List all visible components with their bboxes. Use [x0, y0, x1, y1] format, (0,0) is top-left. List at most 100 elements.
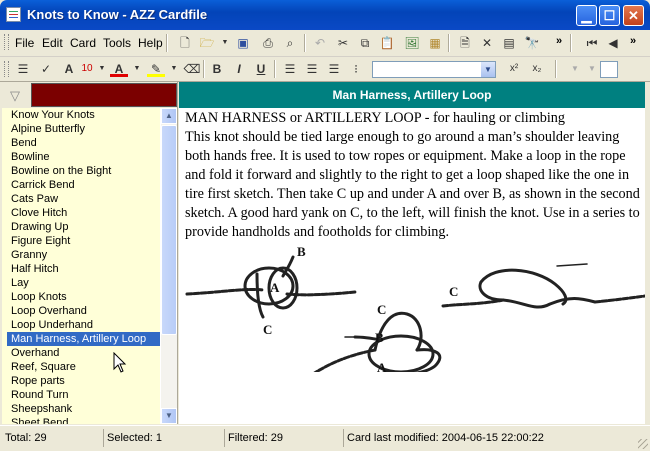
copy-icon[interactable]: ⧉	[356, 34, 374, 52]
card-list-item-selected[interactable]: Man Harness, Artillery Loop	[7, 332, 160, 346]
underline-button[interactable]: U	[252, 60, 270, 78]
delete-card-icon[interactable]: ✕	[478, 34, 496, 52]
card-list-item[interactable]: Alpine Butterfly	[2, 122, 160, 136]
resize-grip[interactable]	[638, 439, 648, 449]
card-list-item[interactable]: Loop Overhand	[2, 304, 160, 318]
status-bar: Total: 29 Selected: 1 Filtered: 29 Card …	[0, 425, 650, 451]
first-card-icon[interactable]: ⏮	[583, 34, 601, 52]
print-icon[interactable]: ⎙	[259, 34, 277, 52]
italic-button[interactable]: I	[230, 60, 248, 78]
menu-help[interactable]: Help	[138, 36, 163, 50]
card-list-item[interactable]: Sheepshank	[2, 402, 160, 416]
superscript-button[interactable]: x²	[505, 60, 523, 78]
toolbar-separator	[274, 60, 276, 78]
style-combo[interactable]	[600, 61, 618, 78]
card-list-item[interactable]: Granny	[2, 248, 160, 262]
scroll-thumb[interactable]	[161, 125, 177, 335]
highlight-icon[interactable]: ✎	[147, 60, 165, 77]
card-view[interactable]: Man Harness, Artillery Loop MAN HARNESS …	[179, 82, 645, 424]
card-list-item[interactable]: Loop Underhand	[2, 318, 160, 332]
font-color-icon[interactable]: A	[110, 60, 128, 77]
menu-file[interactable]: File	[15, 36, 34, 50]
card-text: This knot should be tied large enough to…	[185, 129, 640, 240]
card-list-item[interactable]: Cats Paw	[2, 192, 160, 206]
toolbar-separator	[570, 34, 572, 52]
save-icon[interactable]: ▣	[234, 34, 252, 52]
menu-toolbar: File Edit Card Tools Help 🗋 🗁 ▼ ▣ ⎙ ⌕ ↶ …	[0, 30, 650, 57]
align-center-icon[interactable]: ☰	[303, 60, 321, 78]
filter-icon[interactable]: ▽	[10, 88, 20, 104]
card-list-item[interactable]: Clove Hitch	[2, 206, 160, 220]
menu-card[interactable]: Card	[70, 36, 96, 50]
new-card-icon[interactable]: 🗎	[456, 34, 474, 52]
card-list-item[interactable]: Figure Eight	[2, 234, 160, 248]
insert-date-icon[interactable]: ▦	[426, 34, 444, 52]
card-list-item[interactable]: Rope parts	[2, 374, 160, 388]
maximize-button[interactable]: ☐	[599, 5, 620, 26]
subscript-button[interactable]: x₂	[528, 60, 546, 78]
nav-overflow-icon[interactable]: »	[630, 35, 636, 47]
scroll-down-icon[interactable]: ▼	[161, 408, 177, 424]
undo-icon[interactable]: ↶	[311, 34, 329, 52]
card-list-item[interactable]: Know Your Knots	[2, 108, 160, 122]
card-list-item[interactable]: Loop Knots	[2, 290, 160, 304]
style-arrow-icon[interactable]: ▼	[583, 60, 601, 78]
font-name-combo[interactable]: ▼	[372, 61, 496, 78]
align-left-icon[interactable]: ☰	[281, 60, 299, 78]
open-folder-icon[interactable]: 🗁	[198, 34, 216, 52]
bullet-list-icon[interactable]: ⁝	[347, 60, 365, 78]
sketch2-label-c: C	[377, 302, 386, 317]
card-list-item[interactable]: Drawing Up	[2, 220, 160, 234]
toolbar-grip[interactable]	[4, 34, 9, 50]
font-color-dropdown-icon[interactable]: ▼	[128, 60, 146, 78]
card-list-item[interactable]: Bend	[2, 136, 160, 150]
sketch1-label-a: A	[270, 280, 280, 295]
bold-button[interactable]: B	[208, 60, 226, 78]
cut-icon[interactable]: ✂	[334, 34, 352, 52]
open-dropdown-icon[interactable]: ▼	[216, 34, 234, 52]
card-properties-icon[interactable]: ▤	[500, 34, 518, 52]
paragraph-icon[interactable]: ☰	[14, 60, 32, 78]
insert-picture-icon[interactable]: 🖼	[403, 34, 421, 52]
font-name-dropdown-icon[interactable]: ▼	[481, 62, 495, 77]
highlight-dropdown-icon[interactable]: ▼	[165, 60, 183, 78]
card-list-item[interactable]: Lay	[2, 276, 160, 290]
find-icon[interactable]: 🔭	[523, 34, 541, 52]
minimize-button[interactable]: ▁	[576, 5, 597, 26]
font-size-dropdown-icon[interactable]: ▼	[93, 60, 111, 78]
sketch2-label-a: A	[377, 360, 387, 372]
close-button[interactable]: ✕	[623, 5, 644, 26]
card-list-item[interactable]: Reef, Square	[2, 360, 160, 374]
style-dropdown-icon[interactable]: ▼	[566, 60, 584, 78]
card-list-item[interactable]: Sheet Bend	[2, 416, 160, 424]
sketch1-label-c: C	[263, 322, 272, 337]
card-list-item[interactable]: Carrick Bend	[2, 178, 160, 192]
paste-icon[interactable]: 📋	[378, 34, 396, 52]
align-right-icon[interactable]: ☰	[325, 60, 343, 78]
window-title: Knots to Know - AZZ Cardfile	[27, 7, 208, 22]
cardfile-app-icon[interactable]	[6, 7, 21, 22]
filter-input[interactable]	[31, 83, 177, 107]
toolbar-separator	[555, 60, 557, 78]
card-list-scrollbar[interactable]: ▲ ▼	[161, 108, 177, 424]
toolbar-grip[interactable]	[4, 61, 9, 77]
card-list-item[interactable]: Overhand	[2, 346, 160, 360]
card-list-item[interactable]: Half Hitch	[2, 262, 160, 276]
previous-card-icon[interactable]: ◀	[604, 34, 622, 52]
print-preview-icon[interactable]: ⌕	[281, 34, 299, 52]
mouse-cursor-icon	[113, 352, 127, 373]
card-list-item[interactable]: Bowline	[2, 150, 160, 164]
scroll-up-icon[interactable]: ▲	[161, 108, 177, 124]
toolbar-overflow-icon[interactable]: »	[556, 35, 562, 47]
font-icon[interactable]: A	[60, 60, 78, 78]
menu-edit[interactable]: Edit	[42, 36, 63, 50]
card-list-item[interactable]: Bowline on the Bight	[2, 164, 160, 178]
card-list[interactable]: Know Your Knots Alpine Butterfly Bend Bowli…	[2, 108, 160, 424]
new-document-icon[interactable]: 🗋	[176, 34, 194, 52]
card-body[interactable]: MAN HARNESS or ARTILLERY LOOP - for haul…	[185, 109, 645, 242]
card-list-panel: ▽ Know Your Knots Alpine Butterfly Bend Bow…	[2, 82, 178, 424]
card-list-item[interactable]: Round Turn	[2, 388, 160, 402]
menu-tools[interactable]: Tools	[103, 36, 131, 50]
clear-format-icon[interactable]: ⌫	[183, 60, 201, 78]
spell-check-icon[interactable]: ✓	[37, 60, 55, 78]
